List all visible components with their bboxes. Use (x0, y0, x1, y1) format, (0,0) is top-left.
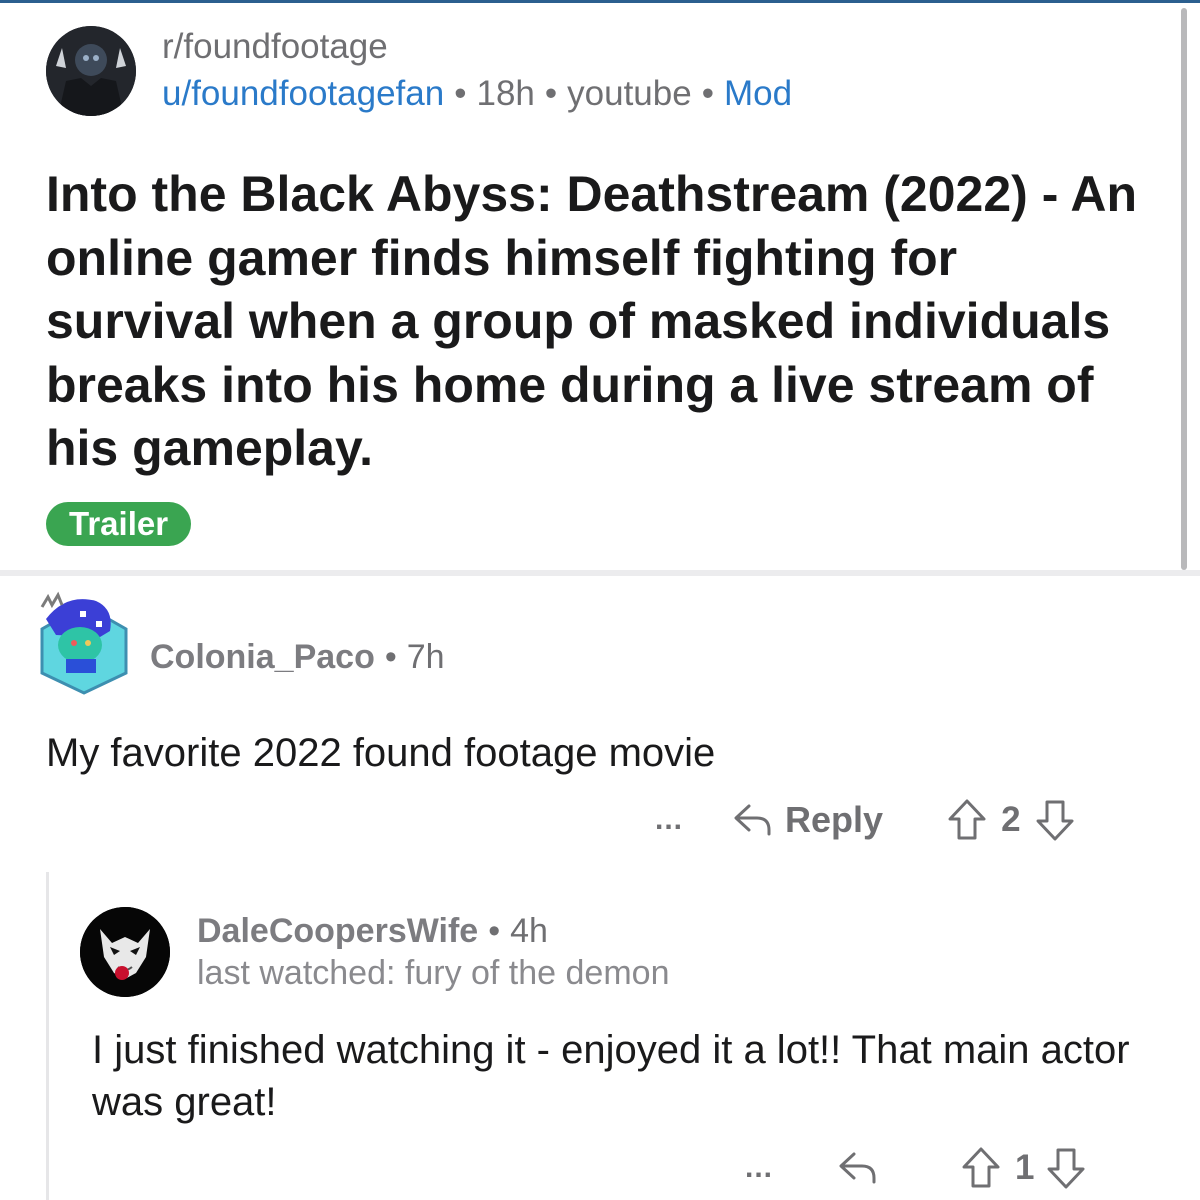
more-dots-icon[interactable]: ... (655, 805, 683, 835)
reply-author-avatar[interactable] (80, 907, 170, 997)
upvote-arrow-icon[interactable] (947, 798, 987, 842)
post-author[interactable]: u/foundfootagefan (162, 74, 444, 113)
reply-label: Reply (785, 799, 884, 840)
subreddit-name[interactable]: r/foundfootage (162, 26, 792, 68)
scrollbar[interactable] (1181, 8, 1187, 570)
reply-author[interactable]: DaleCoopersWife (197, 912, 478, 950)
user-flair: last watched: fury of the demon (197, 954, 670, 992)
top-border (0, 0, 1200, 3)
reply-body: I just finished watching it - enjoyed it… (92, 1028, 1130, 1124)
comment-actions: ... Reply 2 (655, 796, 1075, 844)
post-title[interactable]: Into the Black Abyss: Deathstream (2022)… (46, 163, 1156, 481)
meta-separator: • (454, 74, 467, 113)
post-age: 18h (476, 74, 535, 113)
meta-separator: • (384, 638, 397, 676)
post-flair[interactable]: Trailer (46, 502, 192, 546)
comment-author[interactable]: Colonia_Paco (150, 638, 375, 676)
reply-actions: ... 1 (745, 1144, 1086, 1192)
reply-arrow-icon[interactable] (837, 1150, 879, 1186)
mod-badge[interactable]: Mod (724, 74, 792, 113)
post-source[interactable]: youtube (567, 74, 692, 113)
reply-button[interactable]: Reply (733, 799, 883, 841)
commenter-avatar[interactable] (36, 585, 132, 695)
reply-header: DaleCoopersWife • 4h last watched: fury of… (197, 910, 669, 994)
meta-separator: • (701, 74, 714, 113)
reply-arrow-icon (734, 804, 771, 836)
comment-header: Colonia_Paco • 7h (150, 636, 445, 678)
more-dots-icon[interactable]: ... (745, 1153, 773, 1183)
upvote-arrow-icon[interactable] (961, 1146, 1001, 1190)
comment-body: My favorite 2022 found footage movie (46, 731, 716, 775)
thread-line[interactable] (46, 872, 49, 1200)
reply-header-line: DaleCoopersWife • 4h (197, 910, 669, 952)
downvote-arrow-icon[interactable] (1046, 1146, 1086, 1190)
comment-age: 7h (406, 638, 445, 676)
subreddit-avatar[interactable] (46, 26, 136, 116)
vote-count: 1 (1015, 1148, 1035, 1187)
reply-age: 4h (510, 912, 548, 950)
vote-count: 2 (1001, 800, 1021, 839)
meta-separator: • (544, 74, 558, 113)
post-meta-line: u/foundfootagefan • 18h • youtube • Mod (162, 68, 792, 120)
meta-separator: • (488, 912, 501, 950)
downvote-arrow-icon[interactable] (1035, 798, 1075, 842)
section-divider (0, 570, 1200, 576)
post-meta: r/foundfootage u/foundfootagefan • 18h • you… (162, 26, 792, 120)
